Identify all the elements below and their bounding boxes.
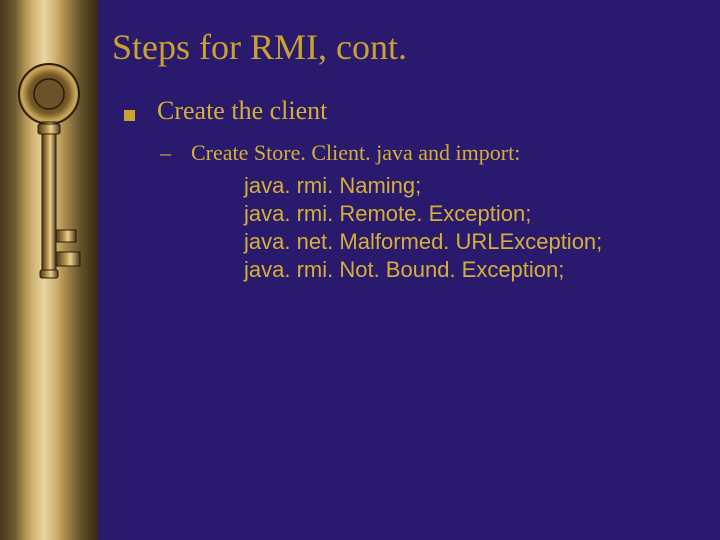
sidebar-texture xyxy=(0,0,98,540)
bullet-level2: – Create Store. Client. java and import: xyxy=(160,140,700,166)
square-bullet-icon xyxy=(124,110,135,121)
import-line: java. net. Malformed. URLException; xyxy=(244,228,700,256)
slide-content: Steps for RMI, cont. Create the client –… xyxy=(98,0,720,540)
import-list: java. rmi. Naming; java. rmi. Remote. Ex… xyxy=(244,172,700,285)
bullet-level1: Create the client xyxy=(124,96,700,126)
import-line: java. rmi. Remote. Exception; xyxy=(244,200,700,228)
key-icon xyxy=(16,60,82,300)
level1-text: Create the client xyxy=(157,96,327,126)
import-line: java. rmi. Not. Bound. Exception; xyxy=(244,256,700,284)
level2-text: Create Store. Client. java and import: xyxy=(191,140,520,166)
slide-title: Steps for RMI, cont. xyxy=(112,28,700,68)
import-line: java. rmi. Naming; xyxy=(244,172,700,200)
dash-bullet-icon: – xyxy=(160,140,171,166)
